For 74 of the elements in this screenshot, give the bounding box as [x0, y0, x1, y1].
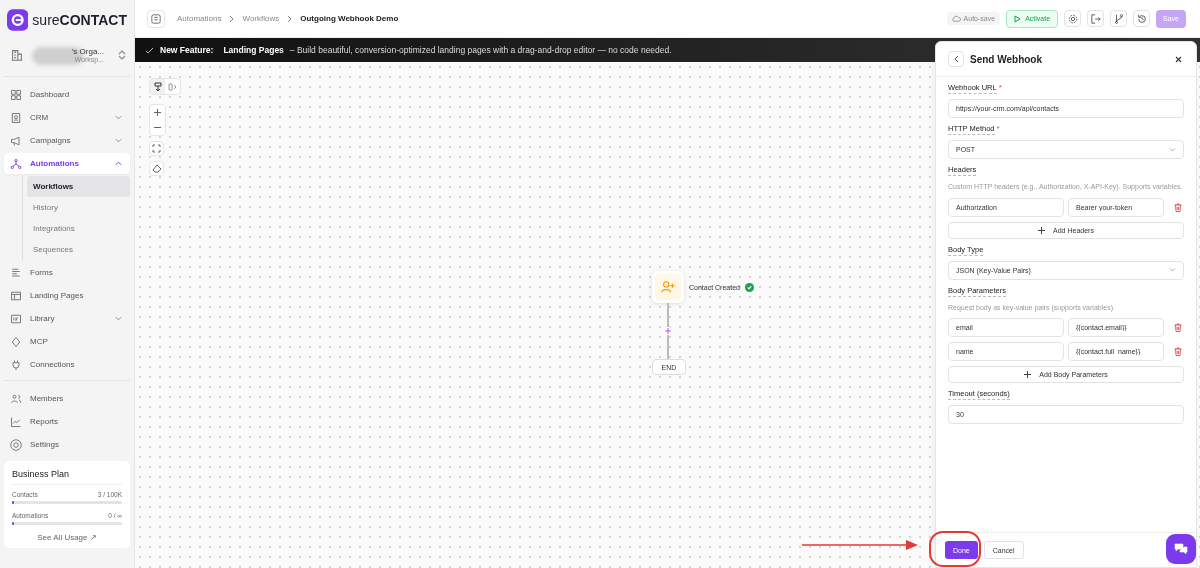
chevron-icon: [1169, 268, 1176, 272]
history-button[interactable]: [1133, 10, 1151, 27]
nav-item[interactable]: CRM: [4, 107, 130, 128]
close-icon: [1175, 55, 1182, 63]
user-add-icon: [655, 274, 681, 300]
logo-icon: [7, 9, 29, 31]
play-icon: [1014, 14, 1022, 23]
logo-text: sureCONTACT: [32, 12, 127, 28]
eraser-icon[interactable]: [149, 161, 164, 176]
nav-item[interactable]: Reports: [4, 411, 130, 432]
nav-icon: [10, 438, 22, 451]
panel-icon: [151, 13, 161, 24]
branch-button[interactable]: [1110, 10, 1128, 27]
nav-icon: [10, 312, 22, 325]
history-icon: [1136, 13, 1147, 24]
nav-icon: [10, 88, 22, 101]
nav-item[interactable]: Members: [4, 388, 130, 409]
sidebar-toggle-button[interactable]: [147, 9, 165, 28]
fit-view-icon[interactable]: [149, 141, 164, 156]
check-icon: [145, 46, 154, 54]
plus-icon: [1038, 226, 1046, 234]
nav-icon: [10, 392, 22, 405]
see-usage-link[interactable]: See All Usage ↗: [12, 533, 122, 542]
trigger-node[interactable]: [652, 271, 684, 303]
settings-button[interactable]: [1064, 10, 1082, 27]
nav-item[interactable]: Connections: [4, 354, 130, 375]
breadcrumb-link[interactable]: Outgoing Webhook Demo: [300, 14, 399, 23]
sub-nav-item[interactable]: Integrations: [27, 218, 130, 239]
nav-item[interactable]: Campaigns: [4, 130, 130, 151]
switch-icon: [118, 50, 126, 60]
chat-button[interactable]: [1166, 534, 1196, 564]
nav-item[interactable]: Dashboard: [4, 84, 130, 105]
nav-item[interactable]: Forms: [4, 262, 130, 283]
nav-item[interactable]: MCP: [4, 331, 130, 352]
nav-icon: [10, 289, 22, 302]
banner-title: Landing Pages: [223, 45, 284, 55]
sub-nav-item[interactable]: History: [27, 197, 130, 218]
organization-name: ’s Orga...: [71, 47, 104, 56]
breadcrumb-link[interactable]: Automations: [177, 14, 222, 23]
plan-title: Business Plan: [12, 469, 122, 485]
nav-item[interactable]: Automations: [4, 153, 130, 174]
delete-icon[interactable]: [1172, 321, 1184, 334]
required-mark: *: [998, 83, 1002, 92]
panel-title: Send Webhook: [970, 53, 1044, 65]
nav-icon: [10, 415, 22, 428]
nav-item[interactable]: Settings: [4, 434, 130, 455]
back-button[interactable]: [948, 51, 964, 67]
add-step-button[interactable]: [664, 327, 672, 335]
chat-icon: [1174, 543, 1188, 555]
nav-icon: [10, 134, 22, 147]
building-icon: [10, 48, 24, 62]
banner-text: – Build beautiful, conversion-optimized landing pages with a drag-and-drop editor — no code needed.: [289, 45, 672, 55]
nav-icon: [10, 358, 22, 371]
required-mark: *: [996, 124, 1000, 133]
exit-button[interactable]: [1087, 10, 1105, 27]
sub-nav-item[interactable]: Workflows: [27, 176, 130, 197]
exit-icon: [1090, 13, 1101, 24]
nav-item[interactable]: Library: [4, 308, 130, 329]
breadcrumb-link[interactable]: Workflows: [242, 14, 280, 23]
banner-label: New Feature:: [160, 45, 214, 55]
nav-item[interactable]: Landing Pages: [4, 285, 130, 306]
nav-icon: [10, 266, 22, 279]
nav-icon: [10, 157, 22, 170]
sub-nav-item[interactable]: Sequences: [27, 239, 130, 260]
chevron-icon: [1169, 147, 1176, 152]
vertical-layout-icon[interactable]: [150, 79, 165, 94]
delete-icon[interactable]: [1172, 345, 1184, 358]
branch-icon: [1113, 13, 1124, 24]
nav-icon: [10, 335, 22, 348]
gear-icon: [1067, 13, 1078, 24]
back-icon: [953, 55, 959, 63]
delete-icon[interactable]: [1172, 200, 1184, 214]
nav-icon: [10, 111, 22, 124]
plus-icon: [1024, 371, 1032, 378]
